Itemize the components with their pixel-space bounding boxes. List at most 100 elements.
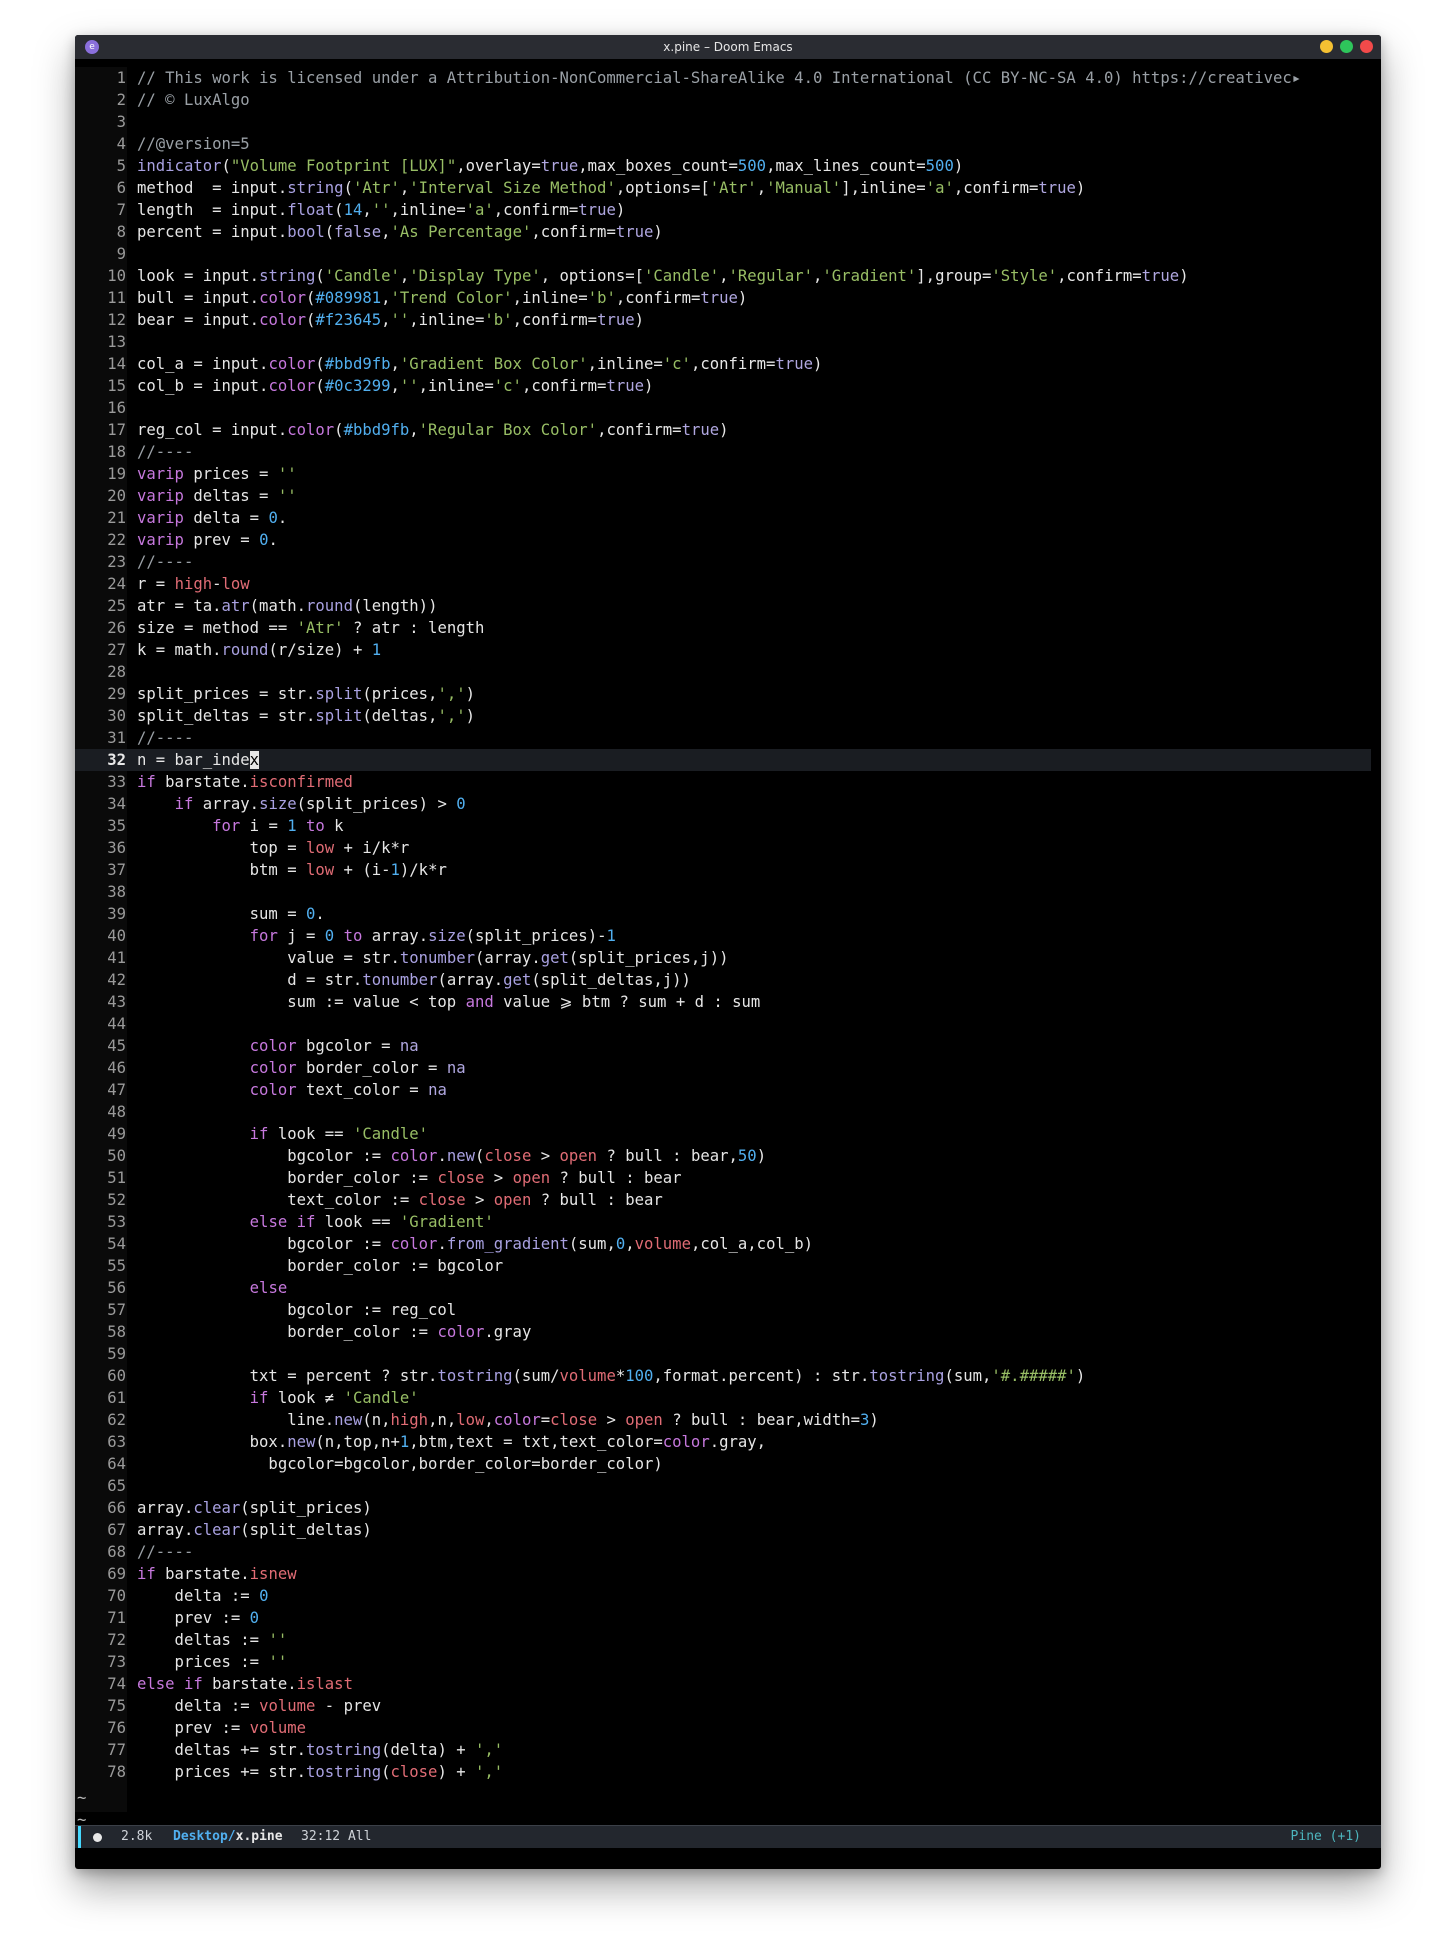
code-line[interactable]: 24 r = high-low xyxy=(75,573,1371,595)
code-line[interactable]: 8 percent = input.bool(false,'As Percenta… xyxy=(75,221,1371,243)
maximize-button[interactable] xyxy=(1340,40,1353,53)
code-line[interactable]: 38 xyxy=(75,881,1371,903)
code-line[interactable]: 34 if array.size(split_prices) > 0 xyxy=(75,793,1371,815)
code-line[interactable]: 65 xyxy=(75,1475,1371,1497)
code-line[interactable]: 22 varip prev = 0. xyxy=(75,529,1371,551)
code-line[interactable]: 67 array.clear(split_deltas) xyxy=(75,1519,1371,1541)
code-line[interactable]: 2 // © LuxAlgo xyxy=(75,89,1371,111)
code-line[interactable]: 11 bull = input.color(#089981,'Trend Colo… xyxy=(75,287,1371,309)
buffer-path[interactable]: Desktop/x.pine xyxy=(173,1826,283,1848)
code-line[interactable]: 47 color text_color = na xyxy=(75,1079,1371,1101)
code-line[interactable]: 58 border_color := color.gray xyxy=(75,1321,1371,1343)
code-text: if look == 'Candle' xyxy=(249,1125,429,1143)
code-line[interactable]: 33 if barstate.isconfirmed xyxy=(75,771,1371,793)
line-number: 66 xyxy=(107,1499,126,1517)
code-line[interactable]: 42 d = str.tonumber(array.get(split_delt… xyxy=(75,969,1371,991)
code-line[interactable]: 16 xyxy=(75,397,1371,419)
code-line[interactable]: 73 prices := '' xyxy=(75,1651,1371,1673)
code-line[interactable]: 50 bgcolor := color.new(close > open ? b… xyxy=(75,1145,1371,1167)
code-line[interactable]: 49 if look == 'Candle' xyxy=(75,1123,1371,1145)
code-line[interactable]: 19 varip prices = '' xyxy=(75,463,1371,485)
code-line[interactable]: 7 length = input.float(14,'',inline='a',c… xyxy=(75,199,1371,221)
code-line[interactable]: 41 value = str.tonumber(array.get(split_… xyxy=(75,947,1371,969)
code-line[interactable]: 77 deltas += str.tostring(delta) + ',' xyxy=(75,1739,1371,1761)
code-line[interactable]: 27 k = math.round(r/size) + 1 xyxy=(75,639,1371,661)
line-number: 20 xyxy=(107,487,126,505)
code-line[interactable]: 69 if barstate.isnew xyxy=(75,1563,1371,1585)
code-line[interactable]: 55 border_color := bgcolor xyxy=(75,1255,1371,1277)
code-line[interactable]: 57 bgcolor := reg_col xyxy=(75,1299,1371,1321)
code-line[interactable]: 6 method = input.string('Atr','Interval S… xyxy=(75,177,1371,199)
code-line[interactable]: 12 bear = input.color(#f23645,'',inline='… xyxy=(75,309,1371,331)
code-line[interactable]: 14 col_a = input.color(#bbd9fb,'Gradient … xyxy=(75,353,1371,375)
title-bar[interactable]: e x.pine – Doom Emacs xyxy=(75,35,1381,59)
code-line[interactable]: 13 xyxy=(75,331,1371,353)
code-line[interactable]: 66 array.clear(split_prices) xyxy=(75,1497,1371,1519)
line-number: 51 xyxy=(107,1169,126,1187)
code-line[interactable]: 21 varip delta = 0. xyxy=(75,507,1371,529)
code-line[interactable]: 64 bgcolor=bgcolor,border_color=border_c… xyxy=(75,1453,1371,1475)
code-line[interactable]: 4 //@version=5 xyxy=(75,133,1371,155)
code-text: array.clear(split_deltas) xyxy=(137,1521,372,1539)
code-text: look = input.string('Candle','Display Ty… xyxy=(137,267,1189,285)
code-line[interactable]: 74 else if barstate.islast xyxy=(75,1673,1371,1695)
code-editor[interactable]: 1 // This work is licensed under a Attrib… xyxy=(75,67,1381,1847)
code-line[interactable]: 43 sum := value < top and value ⩾ btm ? … xyxy=(75,991,1371,1013)
line-number: 36 xyxy=(107,839,126,857)
code-line[interactable]: 29 split_prices = str.split(prices,',') xyxy=(75,683,1371,705)
code-line[interactable]: 23 //---- xyxy=(75,551,1371,573)
code-line[interactable]: 48 xyxy=(75,1101,1371,1123)
code-line[interactable]: 3 xyxy=(75,111,1371,133)
code-line[interactable]: 18 //---- xyxy=(75,441,1371,463)
code-line[interactable]: 78 prices += str.tostring(close) + ',' xyxy=(75,1761,1371,1783)
code-line[interactable]: 53 else if look == 'Gradient' xyxy=(75,1211,1371,1233)
modeline: 2.8k Desktop/x.pine 32:12 All Pine (+1) xyxy=(75,1825,1381,1848)
code-line[interactable]: 9 xyxy=(75,243,1371,265)
line-number: 29 xyxy=(107,685,126,703)
code-line[interactable]: 1 // This work is licensed under a Attrib… xyxy=(75,67,1371,89)
code-line[interactable]: 36 top = low + i/k*r xyxy=(75,837,1371,859)
code-line[interactable]: 75 delta := volume - prev xyxy=(75,1695,1371,1717)
code-line[interactable]: 15 col_b = input.color(#0c3299,'',inline=… xyxy=(75,375,1371,397)
code-line[interactable]: 17 reg_col = input.color(#bbd9fb,'Regular… xyxy=(75,419,1371,441)
code-line[interactable]: 56 else xyxy=(75,1277,1371,1299)
code-line[interactable]: 68 //---- xyxy=(75,1541,1371,1563)
code-line[interactable]: 61 if look ≠ 'Candle' xyxy=(75,1387,1371,1409)
code-line[interactable]: 59 xyxy=(75,1343,1371,1365)
code-line[interactable]: 54 bgcolor := color.from_gradient(sum,0,… xyxy=(75,1233,1371,1255)
code-line[interactable]: 76 prev := volume xyxy=(75,1717,1371,1739)
line-number: 49 xyxy=(107,1125,126,1143)
code-line[interactable]: 44 xyxy=(75,1013,1371,1035)
minimize-button[interactable] xyxy=(1320,40,1333,53)
code-line[interactable]: 25 atr = ta.atr(math.round(length)) xyxy=(75,595,1371,617)
code-line[interactable]: 60 txt = percent ? str.tostring(sum/volu… xyxy=(75,1365,1371,1387)
code-text: k = math.round(r/size) + 1 xyxy=(137,641,382,659)
code-line[interactable]: 10 look = input.string('Candle','Display … xyxy=(75,265,1371,287)
code-line[interactable]: 71 prev := 0 xyxy=(75,1607,1371,1629)
close-button[interactable] xyxy=(1360,40,1373,53)
code-line[interactable]: 39 sum = 0. xyxy=(75,903,1371,925)
code-text: varip prices = '' xyxy=(137,465,297,483)
code-line[interactable]: 26 size = method == 'Atr' ? atr : length xyxy=(75,617,1371,639)
code-line[interactable]: 51 border_color := close > open ? bull :… xyxy=(75,1167,1371,1189)
code-line[interactable]: 62 line.new(n,high,n,low,color=close > o… xyxy=(75,1409,1371,1431)
code-line[interactable]: 40 for j = 0 to array.size(split_prices)… xyxy=(75,925,1371,947)
code-line[interactable]: 31 //---- xyxy=(75,727,1371,749)
code-line[interactable]: 63 box.new(n,top,n+1,btm,text = txt,text… xyxy=(75,1431,1371,1453)
code-line[interactable]: 20 varip deltas = '' xyxy=(75,485,1371,507)
line-number: 56 xyxy=(107,1279,126,1297)
code-line[interactable]: 37 btm = low + (i-1)/k*r xyxy=(75,859,1371,881)
code-line[interactable]: 30 split_deltas = str.split(deltas,',') xyxy=(75,705,1371,727)
code-line[interactable]: 45 color bgcolor = na xyxy=(75,1035,1371,1057)
code-line[interactable]: 46 color border_color = na xyxy=(75,1057,1371,1079)
code-line[interactable]: 35 for i = 1 to k xyxy=(75,815,1371,837)
code-line[interactable]: 28 xyxy=(75,661,1371,683)
code-line[interactable]: 52 text_color := close > open ? bull : b… xyxy=(75,1189,1371,1211)
major-mode[interactable]: Pine (+1) xyxy=(1291,1826,1361,1848)
code-text: top = low + i/k*r xyxy=(137,839,410,857)
code-line[interactable]: 72 deltas := '' xyxy=(75,1629,1371,1651)
code-line[interactable]: 32 n = bar_index xyxy=(75,749,1371,771)
code-line[interactable]: 5 indicator("Volume Footprint [LUX]",over… xyxy=(75,155,1371,177)
line-number: 25 xyxy=(107,597,126,615)
code-line[interactable]: 70 delta := 0 xyxy=(75,1585,1371,1607)
